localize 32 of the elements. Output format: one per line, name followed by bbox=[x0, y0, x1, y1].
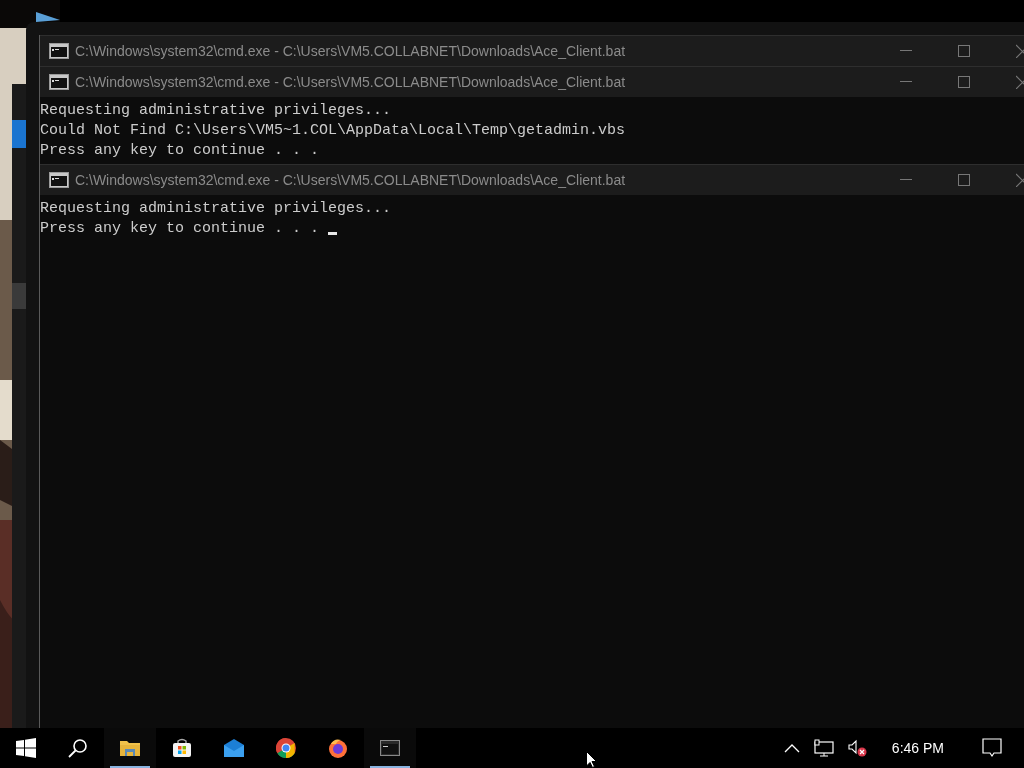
taskbar-button[interactable] bbox=[364, 728, 416, 768]
network-icon[interactable] bbox=[813, 739, 834, 757]
window-title: C:\Windows\system32\cmd.exe - C:\Users\VM5.COLLABNET\Downloads\Ace_Client.bat bbox=[75, 170, 626, 190]
fox-browser-icon[interactable] bbox=[328, 738, 348, 758]
maximize-icon[interactable] bbox=[958, 174, 970, 186]
maximize-icon[interactable] bbox=[958, 76, 970, 88]
console-icon bbox=[49, 172, 69, 188]
minimize-icon[interactable] bbox=[900, 50, 912, 52]
chevron-up-icon[interactable] bbox=[783, 743, 800, 753]
window-title: C:\Windows\system32\cmd.exe - C:\Users\VM5.COLLABNET\Downloads\Ace_Client.bat bbox=[75, 41, 626, 61]
shopping-bag-icon[interactable] bbox=[172, 738, 192, 758]
console-line: Could Not Find C:\Users\VM5~1.COL\AppData\Local\Temp\getadmin.vbs bbox=[40, 121, 626, 141]
speaker-icon[interactable] bbox=[847, 739, 868, 757]
folder-icon[interactable] bbox=[120, 739, 140, 757]
envelope-icon[interactable] bbox=[224, 739, 244, 757]
search-icon[interactable] bbox=[68, 738, 88, 758]
notifications-icon[interactable] bbox=[982, 738, 1002, 758]
window-title: C:\Windows\system32\cmd.exe - C:\Users\VM5.COLLABNET\Downloads\Ace_Client.bat bbox=[75, 72, 626, 92]
console-line: Requesting administrative privileges... bbox=[40, 199, 392, 219]
minimize-icon[interactable] bbox=[900, 81, 912, 83]
maximize-icon[interactable] bbox=[958, 45, 970, 57]
console-line: Press any key to continue . . . bbox=[40, 219, 320, 239]
taskbar-button[interactable] bbox=[104, 728, 156, 768]
console-icon bbox=[49, 74, 69, 90]
minimize-icon[interactable] bbox=[900, 179, 912, 181]
clock[interactable]: 6:46 PM bbox=[891, 737, 944, 759]
console-line: Requesting administrative privileges... bbox=[40, 101, 392, 121]
console-icon bbox=[49, 43, 69, 59]
browser-icon[interactable] bbox=[276, 738, 296, 758]
console-line: Press any key to continue . . . bbox=[40, 141, 320, 161]
console-icon[interactable] bbox=[380, 740, 400, 756]
windows-logo-icon[interactable] bbox=[16, 738, 36, 758]
